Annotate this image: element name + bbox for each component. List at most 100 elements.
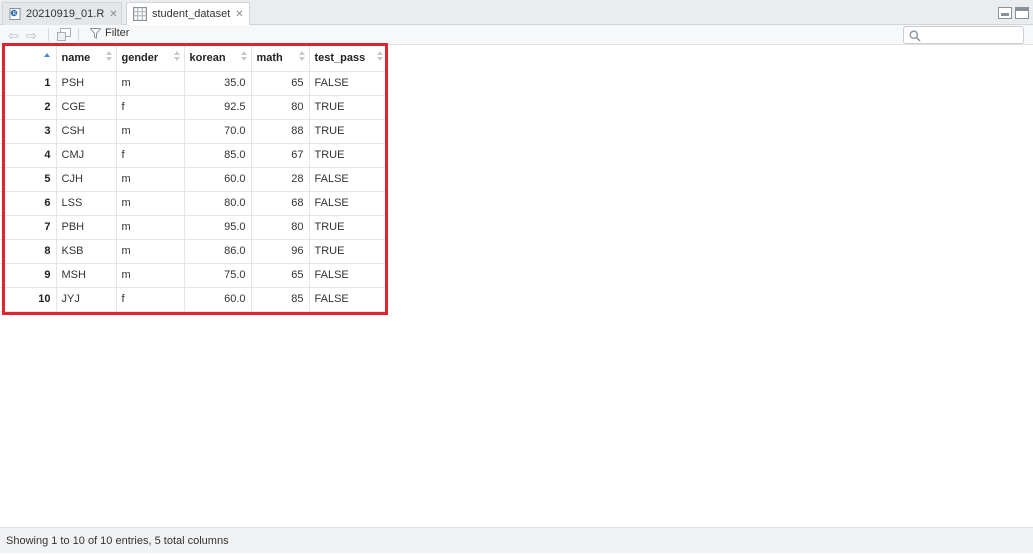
column-header-label: korean <box>189 52 226 65</box>
cell-test-pass[interactable]: TRUE <box>309 119 388 144</box>
cell-math[interactable]: 67 <box>251 143 310 168</box>
cell-name[interactable]: PBH <box>56 215 117 240</box>
cell-test-pass[interactable]: TRUE <box>309 239 388 264</box>
window-controls <box>998 7 1029 19</box>
table-row: 6 LSS m 80.0 68 FALSE <box>0 191 388 216</box>
table-row: 1 PSH m 35.0 65 FALSE <box>0 71 388 96</box>
cell-gender[interactable]: m <box>116 167 185 192</box>
data-grid-icon <box>133 7 147 21</box>
column-header-label: name <box>61 52 91 65</box>
cell-math[interactable]: 68 <box>251 191 310 216</box>
row-number: 6 <box>0 191 57 216</box>
cell-name[interactable]: CGE <box>56 95 117 120</box>
cell-test-pass[interactable]: FALSE <box>309 167 388 192</box>
filter-icon <box>90 27 101 39</box>
cell-korean[interactable]: 92.5 <box>184 95 252 120</box>
row-number: 4 <box>0 143 57 168</box>
cell-test-pass[interactable]: TRUE <box>309 215 388 240</box>
minimize-pane-icon[interactable] <box>998 7 1012 19</box>
cell-test-pass[interactable]: FALSE <box>309 191 388 216</box>
back-arrow-icon[interactable]: ⇦ <box>8 28 19 44</box>
toolbar-divider <box>78 28 79 41</box>
cell-korean[interactable]: 86.0 <box>184 239 252 264</box>
column-header-korean[interactable]: korean <box>184 46 252 72</box>
cell-gender[interactable]: m <box>116 71 185 96</box>
data-grid: name gender korean math test_pass 1 PSH … <box>0 46 388 312</box>
cell-gender[interactable]: m <box>116 239 185 264</box>
column-header-test-pass[interactable]: test_pass <box>309 46 388 72</box>
cell-korean[interactable]: 80.0 <box>184 191 252 216</box>
row-number: 8 <box>0 239 57 264</box>
cell-math[interactable]: 80 <box>251 95 310 120</box>
cell-korean[interactable]: 95.0 <box>184 215 252 240</box>
cell-test-pass[interactable]: TRUE <box>309 95 388 120</box>
cell-math[interactable]: 85 <box>251 287 310 312</box>
cell-korean[interactable]: 60.0 <box>184 167 252 192</box>
cell-korean[interactable]: 85.0 <box>184 143 252 168</box>
row-number: 3 <box>0 119 57 144</box>
tab-student-dataset[interactable]: student_dataset ✕ <box>126 2 250 26</box>
cell-math[interactable]: 65 <box>251 71 310 96</box>
table-row: 3 CSH m 70.0 88 TRUE <box>0 119 388 144</box>
popout-window-icon[interactable] <box>57 28 71 41</box>
cell-test-pass[interactable]: FALSE <box>309 71 388 96</box>
close-icon[interactable]: ✕ <box>109 9 117 20</box>
cell-name[interactable]: KSB <box>56 239 117 264</box>
close-icon[interactable]: ✕ <box>235 9 243 20</box>
row-number: 2 <box>0 95 57 120</box>
editor-tab-bar: R 20210919_01.R ✕ student_dataset ✕ <box>0 0 1033 26</box>
cell-math[interactable]: 65 <box>251 263 310 288</box>
toolbar-divider <box>48 28 49 41</box>
cell-gender[interactable]: m <box>116 191 185 216</box>
maximize-pane-icon[interactable] <box>1015 7 1029 19</box>
column-header-gender[interactable]: gender <box>116 46 185 72</box>
cell-gender[interactable]: m <box>116 263 185 288</box>
tab-student-dataset-label: student_dataset <box>152 8 231 20</box>
cell-name[interactable]: MSH <box>56 263 117 288</box>
cell-name[interactable]: PSH <box>56 71 117 96</box>
cell-korean[interactable]: 35.0 <box>184 71 252 96</box>
row-index-header[interactable] <box>0 46 57 72</box>
row-number: 7 <box>0 215 57 240</box>
header-row: name gender korean math test_pass <box>0 46 388 72</box>
cell-gender[interactable]: m <box>116 215 185 240</box>
cell-math[interactable]: 88 <box>251 119 310 144</box>
r-script-icon: R <box>9 8 21 20</box>
cell-name[interactable]: LSS <box>56 191 117 216</box>
column-header-label: math <box>256 52 283 65</box>
cell-gender[interactable]: f <box>116 287 185 312</box>
cell-name[interactable]: CSH <box>56 119 117 144</box>
cell-test-pass[interactable]: FALSE <box>309 287 388 312</box>
row-number: 1 <box>0 71 57 96</box>
cell-gender[interactable]: m <box>116 119 185 144</box>
row-number: 9 <box>0 263 57 288</box>
cell-name[interactable]: JYJ <box>56 287 117 312</box>
table-row: 7 PBH m 95.0 80 TRUE <box>0 215 388 240</box>
tab-r-script[interactable]: R 20210919_01.R ✕ <box>2 2 122 25</box>
table-row: 10 JYJ f 60.0 85 FALSE <box>0 287 388 312</box>
cell-test-pass[interactable]: FALSE <box>309 263 388 288</box>
row-number: 10 <box>0 287 57 312</box>
cell-korean[interactable]: 70.0 <box>184 119 252 144</box>
cell-gender[interactable]: f <box>116 143 185 168</box>
cell-gender[interactable]: f <box>116 95 185 120</box>
cell-korean[interactable]: 75.0 <box>184 263 252 288</box>
column-header-label: test_pass <box>314 52 366 65</box>
cell-korean[interactable]: 60.0 <box>184 287 252 312</box>
search-input[interactable] <box>903 26 1024 44</box>
cell-math[interactable]: 80 <box>251 215 310 240</box>
cell-test-pass[interactable]: TRUE <box>309 143 388 168</box>
filter-button[interactable]: Filter <box>90 27 129 39</box>
column-header-math[interactable]: math <box>251 46 310 72</box>
status-text: Showing 1 to 10 of 10 entries, 5 total c… <box>6 535 229 547</box>
column-header-name[interactable]: name <box>56 46 117 72</box>
forward-arrow-icon[interactable]: ⇨ <box>26 28 37 44</box>
row-number: 5 <box>0 167 57 192</box>
cell-name[interactable]: CJH <box>56 167 117 192</box>
status-bar: Showing 1 to 10 of 10 entries, 5 total c… <box>0 527 1033 553</box>
cell-name[interactable]: CMJ <box>56 143 117 168</box>
table-row: 5 CJH m 60.0 28 FALSE <box>0 167 388 192</box>
cell-math[interactable]: 28 <box>251 167 310 192</box>
tab-r-script-label: 20210919_01.R <box>26 8 105 20</box>
cell-math[interactable]: 96 <box>251 239 310 264</box>
